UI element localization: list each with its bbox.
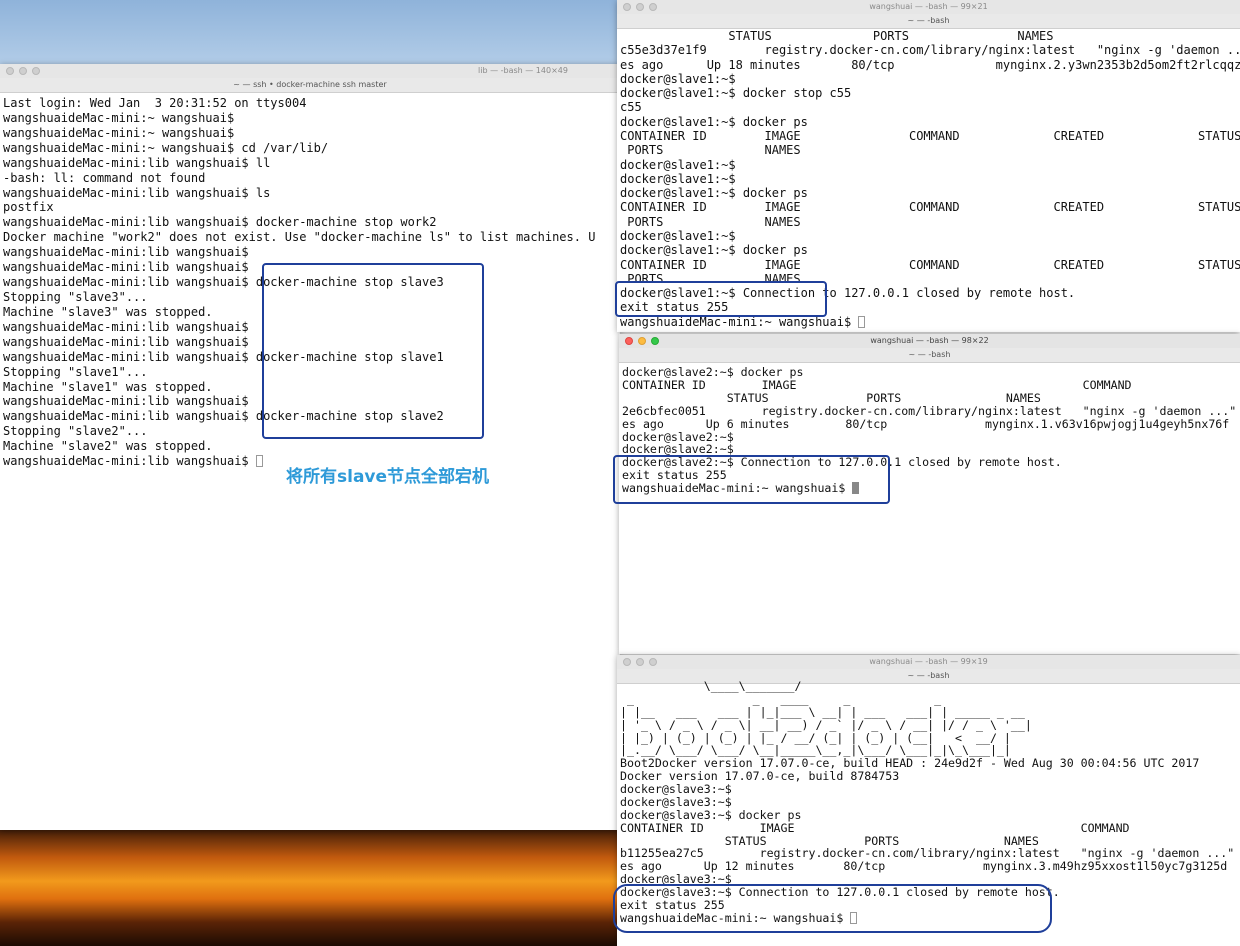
terminal-line: wangshuaideMac-mini:~ wangshuai$	[3, 110, 235, 125]
tab-label: ~ — -bash	[908, 350, 951, 359]
terminal-line: | |__ ___ ___ | |_|___ \ __| | ___ ___| …	[620, 704, 1025, 719]
highlight-box-stop-commands	[262, 263, 484, 439]
terminal-line: -bash: ll: command not found	[3, 170, 206, 185]
terminal-line: Machine "slave2" was stopped.	[3, 439, 213, 454]
window-titlebar[interactable]: wangshuai — -bash — 98×22	[619, 334, 1240, 349]
zoom-button[interactable]	[649, 658, 657, 666]
terminal-line: docker@slave1:~$	[620, 228, 736, 243]
terminal-line: CONTAINER ID IMAGE COMMAND CREATED STATU…	[620, 200, 1240, 215]
terminal-line: | '_ \ / _ \ / _ \| __| __) / _` |/ _ \ …	[620, 717, 1032, 732]
annotation-caption: 将所有slave节点全部宕机	[286, 467, 490, 487]
window-controls	[6, 67, 40, 75]
terminal-line: es ago Up 6 minutes 80/tcp mynginx.1.v63…	[622, 416, 1230, 431]
window-title: lib — -bash — 140×49	[478, 66, 568, 75]
terminal-line: docker@slave1:~$	[620, 171, 736, 186]
highlight-box-slave1-closed	[615, 281, 827, 317]
tab-label: ~ — ssh • docker-machine ssh master	[233, 80, 387, 89]
text-cursor	[255, 455, 263, 468]
terminal-line: CONTAINER ID IMAGE COMMAND CREATED STATU…	[620, 128, 1240, 143]
highlight-box-slave2-closed	[613, 455, 890, 504]
desktop-wallpaper-sky	[0, 0, 620, 66]
terminal-line: c55e3d37e1f9 registry.docker-cn.com/libr…	[620, 43, 1240, 58]
minimize-button[interactable]	[638, 337, 646, 345]
window-titlebar[interactable]: wangshuai — -bash — 99×21	[617, 0, 1240, 15]
close-button[interactable]	[623, 658, 631, 666]
terminal-line: wangshuaideMac-mini:lib wangshuai$ docke…	[3, 215, 437, 230]
terminal-line: Docker machine "work2" does not exist. U…	[3, 230, 596, 245]
tab-label: ~ — -bash	[907, 671, 950, 680]
window-titlebar[interactable]: wangshuai — -bash — 99×19	[617, 655, 1240, 670]
terminal-line: docker@slave1:~$ docker ps	[620, 243, 808, 258]
tab-bash[interactable]: ~ — -bash	[617, 14, 1240, 29]
window-controls	[623, 658, 657, 666]
minimize-button[interactable]	[636, 658, 644, 666]
terminal-line: wangshuaideMac-mini:lib wangshuai$ ll	[3, 155, 271, 170]
tab-label: ~ — -bash	[907, 16, 950, 25]
terminal-line: CONTAINER ID IMAGE COMMAND	[620, 820, 1130, 835]
terminal-line: CONTAINER ID IMAGE COMMAND	[622, 377, 1132, 392]
window-controls	[623, 3, 657, 11]
terminal-line: CONTAINER ID IMAGE COMMAND CREATED STATU…	[620, 257, 1240, 272]
terminal-line: wangshuaideMac-mini:~ wangshuai$	[3, 125, 235, 140]
close-button[interactable]	[6, 67, 14, 75]
terminal-line: docker@slave3:~$	[620, 794, 732, 809]
tab-ssh-master[interactable]: ~ — ssh • docker-machine ssh master	[0, 78, 620, 93]
minimize-button[interactable]	[636, 3, 644, 11]
terminal-line: wangshuaideMac-mini:lib wangshuai$ ls	[3, 185, 271, 200]
window-title: wangshuai — -bash — 98×22	[870, 336, 989, 345]
desktop-wallpaper-sunset	[0, 828, 620, 946]
terminal-line: postfix	[3, 200, 54, 215]
terminal-window-master[interactable]: lib — -bash — 140×49 ~ — ssh • docker-ma…	[0, 64, 620, 830]
terminal-line: PORTS NAMES	[620, 214, 801, 229]
terminal-line: docker@slave2:~$ docker ps	[622, 365, 804, 379]
terminal-line: _ _ ____ _ _	[620, 691, 942, 706]
terminal-line: docker@slave1:~$	[620, 71, 736, 86]
window-titlebar[interactable]: lib — -bash — 140×49	[0, 64, 620, 79]
window-title: wangshuai — -bash — 99×21	[869, 2, 988, 11]
tab-bash[interactable]: ~ — -bash	[619, 348, 1240, 363]
zoom-button[interactable]	[32, 67, 40, 75]
terminal-line: wangshuaideMac-mini:~ wangshuai$ cd /var…	[3, 140, 329, 155]
terminal-line: docker@slave3:~$	[620, 782, 732, 796]
terminal-line: Last login: Wed Jan 3 20:31:52 on ttys00…	[3, 96, 307, 110]
close-button[interactable]	[625, 337, 633, 345]
terminal-line: STATUS PORTS NAMES	[620, 29, 1054, 43]
zoom-button[interactable]	[651, 337, 659, 345]
terminal-line: docker@slave1:~$ docker ps	[620, 186, 808, 201]
window-title: wangshuai — -bash — 99×19	[869, 657, 988, 666]
highlight-box-slave3-closed	[613, 884, 1052, 933]
terminal-line: es ago Up 18 minutes 80/tcp mynginx.2.y3…	[620, 57, 1240, 72]
terminal-line: STATUS PORTS NAMES	[622, 390, 1041, 405]
terminal-line: PORTS NAMES	[620, 143, 801, 158]
terminal-line: docker@slave3:~$ docker ps	[620, 807, 802, 822]
text-cursor	[858, 315, 866, 328]
terminal-line: \____\_______/	[620, 679, 802, 693]
terminal-line: docker@slave1:~$ docker stop c55	[620, 86, 852, 101]
terminal-line: c55	[620, 100, 642, 115]
terminal-line: wangshuaideMac-mini:lib wangshuai$	[3, 245, 249, 260]
zoom-button[interactable]	[649, 3, 657, 11]
window-controls	[625, 337, 659, 345]
terminal-line: 2e6cbfec0051 registry.docker-cn.com/libr…	[622, 403, 1237, 418]
close-button[interactable]	[623, 3, 631, 11]
terminal-line: docker@slave1:~$	[620, 157, 736, 172]
minimize-button[interactable]	[19, 67, 27, 75]
terminal-line: docker@slave1:~$ docker ps	[620, 114, 808, 129]
